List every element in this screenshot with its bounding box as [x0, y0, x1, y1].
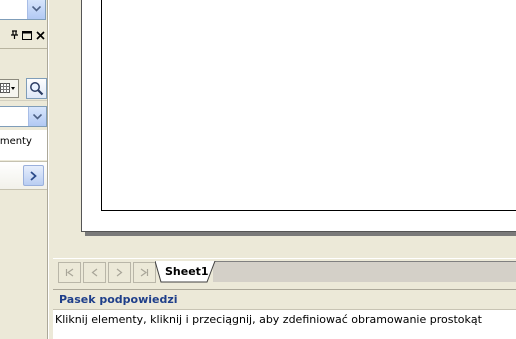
- first-sheet-button[interactable]: [58, 262, 81, 283]
- hint-panel-body: Kliknij elementy, kliknij i przeciągnij,…: [53, 310, 516, 339]
- list-item[interactable]: kumenty: [0, 136, 32, 147]
- document-list[interactable]: kumenty: [0, 130, 47, 160]
- pane-splitter[interactable]: [48, 0, 52, 339]
- next-sheet-button[interactable]: [108, 262, 131, 283]
- app-window: kumenty: [0, 0, 516, 339]
- sheet-tab-bar: Sheet1: [53, 258, 516, 285]
- tab-sheet1[interactable]: Sheet1: [155, 261, 223, 283]
- last-sheet-button[interactable]: [133, 262, 156, 283]
- divider: [0, 100, 48, 101]
- pin-icon[interactable]: [9, 30, 19, 41]
- task-pane-dropdown[interactable]: [0, 0, 46, 20]
- chevron-down-icon[interactable]: [27, 0, 45, 19]
- sheet-tab-label: Sheet1: [165, 265, 209, 278]
- hint-panel: Pasek podpowiedzi Kliknij elementy, klik…: [53, 289, 516, 339]
- chevron-right-icon: [30, 170, 37, 181]
- maximize-icon[interactable]: [22, 30, 32, 41]
- page-border-frame: [101, 0, 516, 211]
- task-pane-titlebar: [0, 25, 48, 45]
- close-icon[interactable]: [35, 30, 45, 41]
- hint-text: Kliknij elementy, kliknij i przeciągnij,…: [55, 313, 482, 326]
- first-icon: [65, 268, 74, 277]
- chevron-down-icon[interactable]: [28, 107, 46, 126]
- grid-view-icon: [0, 83, 15, 93]
- sheet-navigation: [58, 262, 158, 283]
- task-pane-empty-area: [0, 190, 47, 339]
- category-dropdown[interactable]: [0, 106, 47, 127]
- drawing-canvas[interactable]: [53, 0, 516, 258]
- view-options-button[interactable]: [0, 79, 19, 98]
- tab-strip-background: [213, 261, 516, 282]
- hint-panel-title: Pasek podpowiedzi: [59, 293, 178, 306]
- previous-icon: [91, 268, 98, 277]
- task-pane-nav: [0, 161, 47, 190]
- next-button[interactable]: [23, 165, 44, 186]
- last-icon: [140, 268, 149, 277]
- next-icon: [116, 268, 123, 277]
- previous-sheet-button[interactable]: [83, 262, 106, 283]
- search-button[interactable]: [26, 78, 47, 99]
- divider: [0, 48, 48, 49]
- search-icon: [30, 82, 44, 96]
- drawing-page[interactable]: [81, 0, 516, 232]
- task-pane: kumenty: [0, 0, 48, 339]
